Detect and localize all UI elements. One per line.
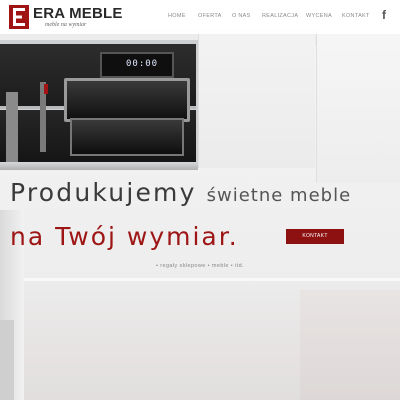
cabinet-handle	[6, 92, 18, 162]
island	[300, 290, 400, 400]
facebook-icon[interactable]: f	[378, 9, 390, 22]
hero-headline-line1: Produkujemy świetne meble	[10, 178, 351, 207]
logo-subtitle: meble na wymiar	[45, 22, 87, 28]
logo-mark-icon	[9, 5, 29, 29]
nav-item-oferta[interactable]: OFERTA	[198, 13, 222, 19]
nav-item-realizacja[interactable]: REALIZACJA	[262, 13, 298, 19]
logo[interactable]: ERA MEBLE meble na wymiar	[9, 4, 122, 30]
oven-knob	[44, 84, 48, 94]
nav-item-o-nas[interactable]: O NAS	[232, 13, 251, 19]
oven-window	[70, 118, 184, 156]
contact-button[interactable]: KONTAKT	[286, 229, 344, 244]
logo-title: ERA MEBLE	[33, 5, 123, 22]
nav-item-kontakt[interactable]: KONTAKT	[342, 13, 370, 19]
hero-headline-main: Produkujemy	[10, 178, 197, 207]
pillar-shadow	[0, 320, 14, 400]
hero-tagline: • regały sklepowe • meble • itd.	[156, 263, 244, 269]
oven-window	[64, 78, 190, 122]
hero-headline-line2: na Twój wymiar.	[10, 222, 239, 251]
oven-display-text: 00:00	[126, 59, 159, 69]
cabinet-panel	[198, 28, 315, 168]
steel-trim	[0, 162, 198, 170]
site-header: ERA MEBLE meble na wymiar HOME OFERTA O …	[0, 0, 400, 34]
nav-item-home[interactable]: HOME	[168, 13, 186, 19]
nav-item-wycena[interactable]: WYCENA	[306, 13, 332, 19]
oven-display: 00:00	[100, 52, 174, 78]
hero-headline-secondary: świetne meble	[206, 185, 352, 206]
cabinet-panel	[316, 28, 400, 183]
countertop-edge	[0, 278, 400, 281]
